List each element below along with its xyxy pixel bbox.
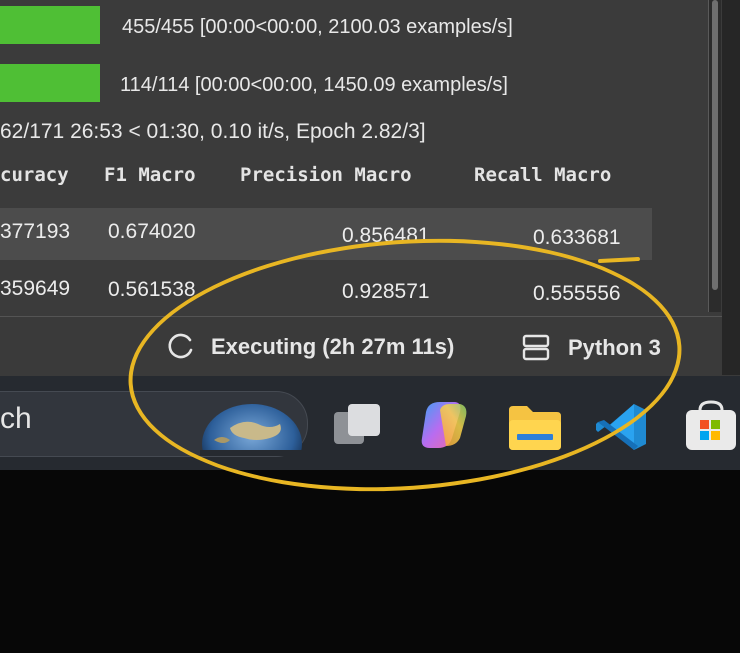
window-edge xyxy=(722,0,740,375)
search-input-text[interactable]: ch xyxy=(0,402,32,436)
table-cell: 377193 xyxy=(0,220,71,243)
table-cell: 0.633681 xyxy=(533,226,621,249)
column-header-f1-macro: F1 Macro xyxy=(104,164,196,186)
progress-status-text: 455/455 [00:00<00:00, 2100.03 examples/s… xyxy=(122,16,513,38)
table-cell: 0.674020 xyxy=(108,220,196,243)
table-cell: 359649 xyxy=(0,277,71,300)
microsoft-store-icon[interactable] xyxy=(682,398,740,459)
column-header-precision-macro: Precision Macro xyxy=(240,164,412,186)
progress-bar-fill xyxy=(0,64,100,102)
column-header-recall-macro: Recall Macro xyxy=(474,164,612,186)
vertical-scrollbar-thumb[interactable] xyxy=(712,0,718,290)
progress-status-text: 114/114 [00:00<00:00, 1450.09 examples/s… xyxy=(120,74,508,96)
table-cell: 0.561538 xyxy=(108,278,196,301)
column-header-accuracy: curacy xyxy=(0,164,69,186)
training-progress-text: 62/171 26:53 < 01:30, 0.10 it/s, Epoch 2… xyxy=(0,120,426,143)
progress-bar-fill xyxy=(0,6,100,44)
